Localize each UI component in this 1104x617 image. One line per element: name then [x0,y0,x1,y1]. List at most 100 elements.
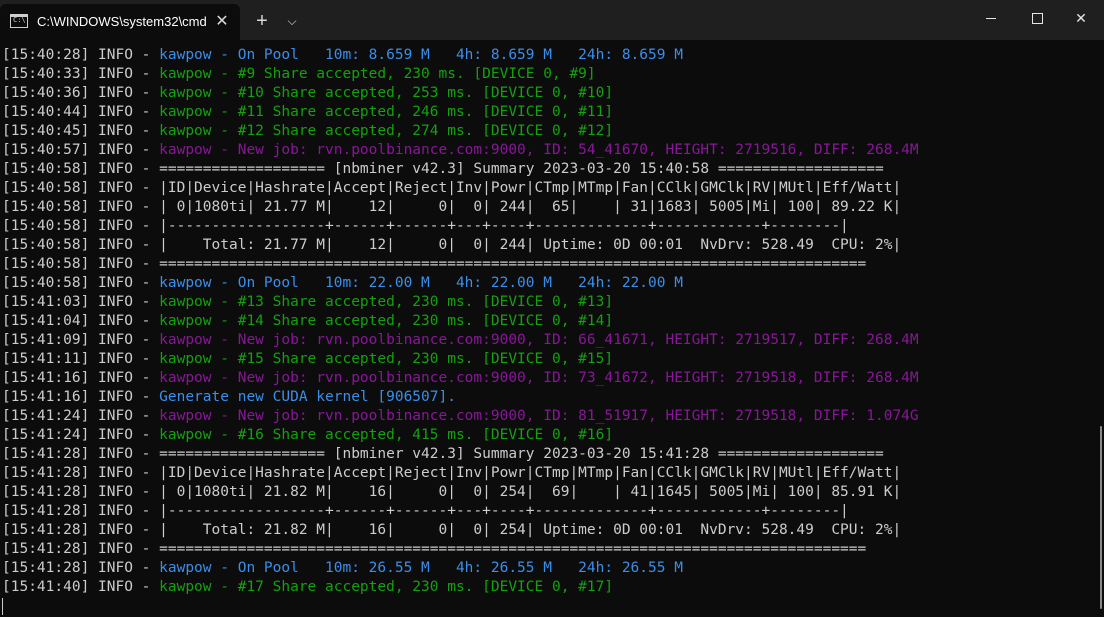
minimize-button[interactable] [968,0,1014,36]
log-message: |------------------+------+------+---+--… [159,218,849,234]
log-prefix: [15:40:33] INFO - [2,66,160,82]
log-prefix: [15:40:28] INFO - [2,47,160,63]
log-prefix: [15:41:16] INFO - [2,370,160,386]
log-prefix: [15:41:04] INFO - [2,313,160,329]
log-prefix: [15:41:28] INFO - [2,465,160,481]
log-message: ========================================… [159,256,867,272]
log-line: [15:41:28] INFO - ======================… [2,540,1092,559]
cmd-icon: C:\ [10,14,28,28]
log-line: [15:41:28] INFO - =================== [n… [2,445,1092,464]
log-prefix: [15:41:40] INFO - [2,579,160,595]
log-prefix: [15:40:57] INFO - [2,142,160,158]
log-message: kawpow - New job: rvn.poolbinance.com:90… [159,142,919,158]
log-line: [15:41:24] INFO - kawpow - #16 Share acc… [2,426,1092,445]
log-line: [15:40:57] INFO - kawpow - New job: rvn.… [2,141,1092,160]
log-message: |ID|Device|Hashrate|Accept|Reject|Inv|Po… [159,465,902,481]
log-line: [15:40:36] INFO - kawpow - #10 Share acc… [2,84,1092,103]
log-message: | Total: 21.82 M| 16| 0| 0| 254| Uptime:… [159,522,902,538]
log-message: kawpow - #13 Share accepted, 230 ms. [DE… [159,294,614,310]
log-message: kawpow - #9 Share accepted, 230 ms. [DEV… [159,66,596,82]
log-line: [15:40:33] INFO - kawpow - #9 Share acce… [2,65,1092,84]
log-prefix: [15:40:45] INFO - [2,123,160,139]
log-line: [15:40:44] INFO - kawpow - #11 Share acc… [2,103,1092,122]
tab-title: C:\WINDOWS\system32\cmd. [37,14,207,29]
log-prefix: [15:41:24] INFO - [2,408,160,424]
cmd-icon-label: C:\ [13,16,26,24]
log-line: [15:41:03] INFO - kawpow - #13 Share acc… [2,293,1092,312]
log-message: |ID|Device|Hashrate|Accept|Reject|Inv|Po… [159,180,902,196]
log-message: ========================================… [159,541,867,557]
log-message: kawpow - #12 Share accepted, 274 ms. [DE… [159,123,614,139]
log-line: [15:41:16] INFO - kawpow - New job: rvn.… [2,369,1092,388]
log-prefix: [15:41:28] INFO - [2,503,160,519]
log-message: Generate new CUDA kernel [906507]. [159,389,456,405]
log-message: kawpow - #16 Share accepted, 415 ms. [DE… [159,427,614,443]
new-tab-button[interactable]: + [250,10,274,34]
log-message: kawpow - #11 Share accepted, 246 ms. [DE… [159,104,614,120]
log-line: [15:40:58] INFO - |------------------+--… [2,217,1092,236]
log-line: [15:41:11] INFO - kawpow - #15 Share acc… [2,350,1092,369]
maximize-button[interactable] [1014,0,1060,36]
log-prefix: [15:40:44] INFO - [2,104,160,120]
log-line: [15:40:58] INFO - | Total: 21.77 M| 12| … [2,236,1092,255]
log-prefix: [15:41:28] INFO - [2,484,160,500]
log-prefix: [15:40:36] INFO - [2,85,160,101]
log-line: [15:40:58] INFO - =================== [n… [2,160,1092,179]
log-prefix: [15:40:58] INFO - [2,218,160,234]
log-line: [15:41:16] INFO - Generate new CUDA kern… [2,388,1092,407]
log-message: | 0|1080ti| 21.77 M| 12| 0| 0| 244| 65| … [159,199,902,215]
log-message: kawpow - New job: rvn.poolbinance.com:90… [159,370,919,386]
log-line: [15:40:58] INFO - | 0|1080ti| 21.77 M| 1… [2,198,1092,217]
scrollbar-thumb[interactable] [1100,426,1102,609]
log-message: kawpow - #15 Share accepted, 230 ms. [DE… [159,351,614,367]
log-line: [15:41:28] INFO - | 0|1080ti| 21.82 M| 1… [2,483,1092,502]
terminal-output[interactable]: [15:40:28] INFO - kawpow - On Pool 10m: … [2,46,1092,597]
log-message: kawpow - New job: rvn.poolbinance.com:90… [159,408,919,424]
close-tab-icon[interactable]: ✕ [212,12,232,32]
title-bar: C:\ C:\WINDOWS\system32\cmd. ✕ + ⌵ ✕ [0,0,1104,40]
close-window-button[interactable]: ✕ [1058,0,1104,36]
log-line: [15:41:24] INFO - kawpow - New job: rvn.… [2,407,1092,426]
log-message: | 0|1080ti| 21.82 M| 16| 0| 0| 254| 69| … [159,484,902,500]
chevron-down-icon[interactable]: ⌵ [282,11,302,31]
log-prefix: [15:40:58] INFO - [2,237,160,253]
log-line: [15:41:04] INFO - kawpow - #14 Share acc… [2,312,1092,331]
log-line: [15:40:58] INFO - ======================… [2,255,1092,274]
log-message: kawpow - On Pool 10m: 22.00 M 4h: 22.00 … [159,275,683,291]
log-line: [15:41:28] INFO - |------------------+--… [2,502,1092,521]
log-line: [15:41:28] INFO - | Total: 21.82 M| 16| … [2,521,1092,540]
log-line: [15:40:45] INFO - kawpow - #12 Share acc… [2,122,1092,141]
log-prefix: [15:40:58] INFO - [2,161,160,177]
text-cursor [2,598,3,615]
log-prefix: [15:40:58] INFO - [2,256,160,272]
log-prefix: [15:41:28] INFO - [2,446,160,462]
log-line: [15:40:58] INFO - |ID|Device|Hashrate|Ac… [2,179,1092,198]
log-prefix: [15:41:09] INFO - [2,332,160,348]
log-message: kawpow - #17 Share accepted, 230 ms. [DE… [159,579,614,595]
log-line: [15:41:28] INFO - kawpow - On Pool 10m: … [2,559,1092,578]
log-prefix: [15:41:28] INFO - [2,541,160,557]
log-prefix: [15:41:16] INFO - [2,389,160,405]
log-message: kawpow - On Pool 10m: 8.659 M 4h: 8.659 … [159,47,683,63]
log-prefix: [15:40:58] INFO - [2,275,160,291]
log-prefix: [15:41:28] INFO - [2,560,160,576]
log-message: =================== [nbminer v42.3] Summ… [159,446,884,462]
log-line: [15:41:09] INFO - kawpow - New job: rvn.… [2,331,1092,350]
log-line: [15:41:40] INFO - kawpow - #17 Share acc… [2,578,1092,597]
terminal-window: C:\ C:\WINDOWS\system32\cmd. ✕ + ⌵ ✕ [15… [0,0,1104,617]
log-message: kawpow - #14 Share accepted, 230 ms. [DE… [159,313,614,329]
minimize-icon [986,18,996,19]
tab-cmd[interactable]: C:\ C:\WINDOWS\system32\cmd. ✕ [0,4,240,40]
log-message: | Total: 21.77 M| 12| 0| 0| 244| Uptime:… [159,237,902,253]
log-line: [15:41:28] INFO - |ID|Device|Hashrate|Ac… [2,464,1092,483]
log-prefix: [15:40:58] INFO - [2,199,160,215]
log-prefix: [15:41:24] INFO - [2,427,160,443]
log-prefix: [15:40:58] INFO - [2,180,160,196]
log-prefix: [15:41:28] INFO - [2,522,160,538]
log-line: [15:40:28] INFO - kawpow - On Pool 10m: … [2,46,1092,65]
log-message: |------------------+------+------+---+--… [159,503,849,519]
log-message: kawpow - On Pool 10m: 26.55 M 4h: 26.55 … [159,560,683,576]
log-message: kawpow - New job: rvn.poolbinance.com:90… [159,332,919,348]
maximize-icon [1032,13,1043,24]
log-message: kawpow - #10 Share accepted, 253 ms. [DE… [159,85,614,101]
